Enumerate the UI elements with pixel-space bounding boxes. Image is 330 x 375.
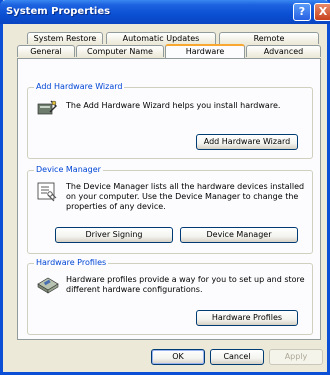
add-hardware-icon	[37, 100, 57, 115]
device-manager-description-line-1: The Device Manager lists all the hardwar…	[66, 182, 305, 191]
driver-signing-button[interactable]: Driver Signing	[55, 227, 173, 243]
hardware-profiles-legend: Hardware Profiles	[34, 258, 109, 267]
hardware-profiles-button[interactable]: Hardware Profiles	[196, 310, 298, 326]
hardware-profiles-description-line-1: Hardware profiles provide a way for you …	[66, 275, 305, 284]
title-bar[interactable]: System Properties ? X	[0, 0, 330, 24]
system-properties-window: System Properties ? X System Restore Aut…	[0, 0, 330, 375]
help-icon: ?	[298, 5, 306, 18]
window-title: System Properties	[6, 6, 111, 17]
device-manager-icon	[37, 182, 57, 202]
hardware-profiles-description-line-2: different hardware configurations.	[66, 285, 203, 294]
device-manager-button[interactable]: Device Manager	[180, 227, 298, 243]
hardware-profiles-icon	[37, 277, 59, 294]
tab-remote[interactable]: Remote	[219, 32, 319, 44]
add-hardware-description: The Add Hardware Wizard helps you instal…	[66, 101, 281, 110]
cancel-button[interactable]: Cancel	[210, 349, 264, 365]
hardware-profiles-group: Hardware Profiles Hardware profiles prov…	[27, 258, 313, 335]
hardware-tab-panel: Add Hardware Wizard The Add Hardware Wiz…	[17, 58, 321, 340]
add-hardware-legend: Add Hardware Wizard	[34, 82, 125, 91]
tab-computer-name[interactable]: Computer Name	[76, 45, 164, 57]
tab-advanced[interactable]: Advanced	[246, 45, 321, 57]
tab-hardware[interactable]: Hardware	[165, 44, 245, 58]
close-icon: X	[318, 5, 328, 18]
tab-automatic-updates[interactable]: Automatic Updates	[106, 32, 216, 44]
add-hardware-wizard-button[interactable]: Add Hardware Wizard	[196, 134, 298, 150]
help-button[interactable]: ?	[293, 3, 311, 21]
tab-system-restore[interactable]: System Restore	[27, 32, 103, 44]
device-manager-group: Device Manager The Device Manager lists …	[27, 165, 313, 254]
apply-button[interactable]: Apply	[269, 349, 323, 365]
add-hardware-group: Add Hardware Wizard The Add Hardware Wiz…	[27, 82, 313, 159]
device-manager-legend: Device Manager	[34, 165, 103, 174]
ok-button[interactable]: OK	[151, 349, 205, 365]
close-button[interactable]: X	[314, 3, 330, 21]
device-manager-description-line-2: on your computer. Use the Device Manager…	[66, 192, 299, 201]
device-manager-description-line-3: properties of any device.	[66, 202, 166, 211]
tab-general[interactable]: General	[17, 45, 75, 57]
